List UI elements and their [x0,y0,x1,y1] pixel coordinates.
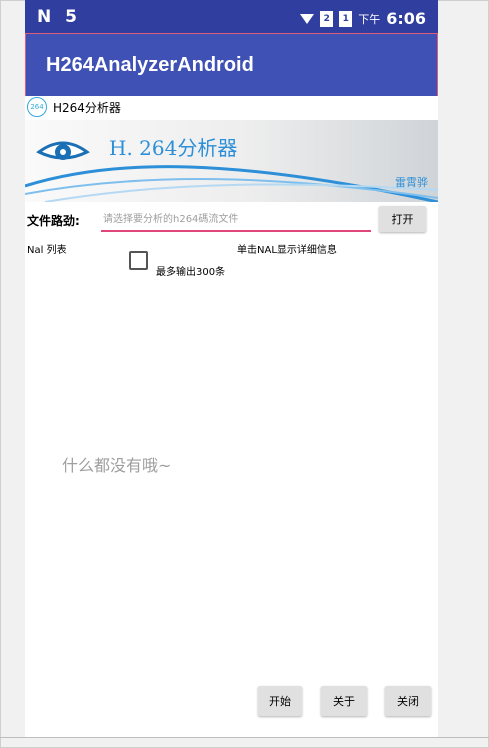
app-title: H264AnalyzerAndroid [46,54,254,76]
banner: H. 264分析器 雷霄骅 [25,120,438,202]
sub-header: 264 H264分析器 [25,96,438,120]
about-button[interactable]: 关于 [321,686,367,716]
status-right: 2 1 下午 6:06 [300,9,426,28]
clock: 6:06 [386,9,426,28]
nal-list-label: Nal 列表 [27,245,67,256]
open-button[interactable]: 打开 [379,206,426,232]
banner-title: H. 264分析器 [109,136,238,160]
time-period: 下午 [358,12,381,26]
sim-card-icon: 2 [320,10,334,27]
max-output-checkbox[interactable] [129,251,148,270]
app-bar: H264AnalyzerAndroid [25,33,438,97]
file-path-input[interactable] [101,208,371,232]
app-logo-icon: 264 [27,97,47,117]
file-path-row: 文件路劲: [25,205,438,235]
file-path-label: 文件路劲: [27,214,80,228]
sub-header-title: H264分析器 [53,101,121,115]
close-button[interactable]: 关闭 [385,686,431,716]
status-bar: N 5 2 1 下午 6:06 [25,0,438,33]
banner-author: 雷霄骅 [395,176,428,189]
eye-icon [36,141,90,160]
wifi-icon [300,13,315,24]
notification-icons: N 5 [37,7,81,27]
nal-detail-hint: 单击NAL显示详细信息 [237,245,337,256]
empty-state-text: 什么都没有哦~ [62,456,172,475]
battery-icon: 1 [339,10,353,27]
phone-screen: N 5 2 1 下午 6:06 H264AnalyzerAndroid 264 … [25,0,438,737]
max-output-label: 最多输出300条 [156,267,226,278]
bottom-divider [0,737,489,738]
start-button[interactable]: 开始 [258,686,302,716]
